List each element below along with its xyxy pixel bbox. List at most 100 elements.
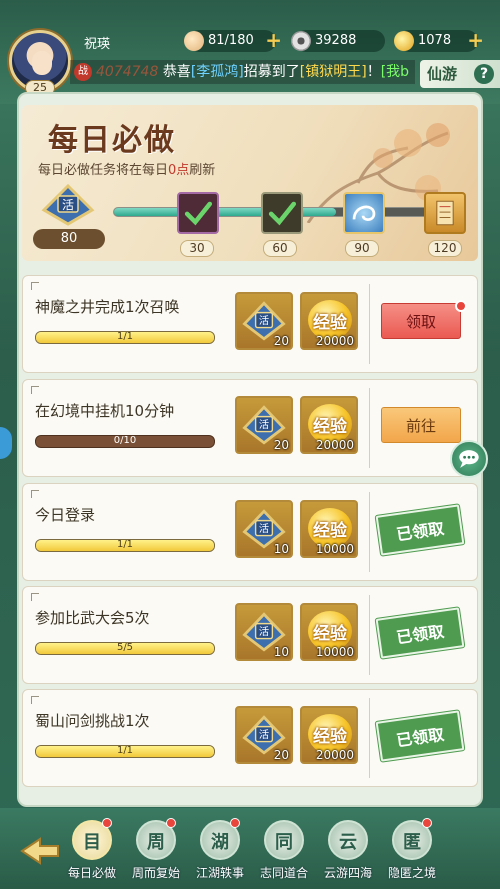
token-reward[interactable]: 活 20 xyxy=(235,292,293,350)
refresh-note: 每日必做任务将在每日0点刷新 xyxy=(38,159,215,178)
exp-reward[interactable]: 经验 10000 xyxy=(300,500,358,558)
task-progress-text: 1/1 xyxy=(116,539,134,550)
nav-tab-2[interactable]: 周周而复始 xyxy=(126,818,186,882)
marquee-ghost-text: 4074748 xyxy=(96,64,159,80)
task-card: 蜀山问剑挑战1次 1/1 活 20 经验 20000 已领取 xyxy=(22,689,478,787)
silver-value: 39288 xyxy=(315,33,357,48)
chat-icon xyxy=(459,450,479,468)
task-name: 蜀山问剑挑战1次 xyxy=(35,712,150,730)
activity-token-icon: 活 xyxy=(41,183,95,226)
exp-reward[interactable]: 经验 20000 xyxy=(300,396,358,454)
milestone-label-60: 60 xyxy=(263,240,297,257)
task-progress-bar: 1/1 xyxy=(35,331,215,344)
nav-tab-6[interactable]: 匿隐匿之境 xyxy=(382,818,442,882)
card-corner xyxy=(31,593,39,601)
current-points: 80 xyxy=(33,229,105,249)
task-progress-bar: 0/10 xyxy=(35,435,215,448)
token-reward[interactable]: 活 20 xyxy=(235,706,293,764)
exp-reward[interactable]: 经验 10000 xyxy=(300,603,358,661)
marquee-next: [我b xyxy=(380,64,410,80)
task-name: 神魔之井完成1次召唤 xyxy=(35,298,180,316)
token-reward[interactable]: 活 10 xyxy=(235,603,293,661)
card-divider xyxy=(369,388,370,468)
token-amount: 20 xyxy=(273,334,289,348)
nav-tab-glyph: 云 xyxy=(339,832,357,853)
nav-tab-glyph: 目 xyxy=(83,832,101,853)
player-name: 祝瑛 xyxy=(84,37,111,52)
check-icon xyxy=(184,201,213,226)
ingot-resource: 1078 + xyxy=(394,29,484,52)
task-progress-text: 1/1 xyxy=(116,745,134,756)
marquee-player: [李孤鸿] xyxy=(190,64,244,80)
bun-icon xyxy=(184,31,204,51)
nav-tab-4[interactable]: 同志同道合 xyxy=(254,818,314,882)
refresh-note-time: 0点 xyxy=(168,163,190,178)
milestone-label-30: 30 xyxy=(180,240,214,257)
milestone-reward-90[interactable] xyxy=(343,192,385,234)
exp-amount: 20000 xyxy=(315,748,354,762)
task-card: 神魔之井完成1次召唤 1/1 活 20 经验 20000 领取 xyxy=(22,275,478,373)
claimed-stamp: 已领取 xyxy=(375,607,465,659)
token-reward[interactable]: 活 20 xyxy=(235,396,293,454)
nav-tab-label: 每日必做 xyxy=(67,866,116,880)
swirl-icon xyxy=(352,205,376,221)
claimed-stamp: 已领取 xyxy=(375,504,465,556)
exp-reward[interactable]: 经验 20000 xyxy=(300,292,358,350)
milestone-chest-30[interactable] xyxy=(177,192,219,234)
task-name: 在幻境中挂机10分钟 xyxy=(35,402,175,420)
token-amount: 10 xyxy=(273,645,289,659)
exp-amount: 10000 xyxy=(315,645,354,659)
milestone-reward-120[interactable] xyxy=(424,192,466,234)
exp-amount: 10000 xyxy=(315,542,354,556)
claim-button[interactable]: 领取 xyxy=(381,303,461,339)
exp-label: 经验 xyxy=(313,727,347,747)
token-amount: 20 xyxy=(273,748,289,762)
nav-tab-label: 周而复始 xyxy=(131,866,180,880)
page-title: 每日必做 xyxy=(48,123,176,158)
add-stamina-button[interactable]: + xyxy=(265,29,282,51)
exp-label: 经验 xyxy=(313,624,347,644)
nav-tab-label: 江湖轶事 xyxy=(195,866,244,880)
notification-dot xyxy=(102,818,112,828)
go-button[interactable]: 前往 xyxy=(381,407,461,443)
check-icon xyxy=(268,201,297,226)
nav-tab-glyph: 匿 xyxy=(403,832,421,853)
silver-coin-icon xyxy=(291,31,311,51)
nav-tab-glyph: 周 xyxy=(147,832,165,853)
card-corner xyxy=(31,490,39,498)
exp-reward[interactable]: 经验 20000 xyxy=(300,706,358,764)
task-progress-text: 5/5 xyxy=(116,642,134,653)
help-button[interactable]: ? xyxy=(474,64,494,84)
svg-text:活: 活 xyxy=(259,626,269,638)
milestone-chest-60[interactable] xyxy=(261,192,303,234)
battle-badge: 战 xyxy=(74,63,92,81)
avatar-face xyxy=(32,51,52,75)
stamina-value: 81/180 xyxy=(208,33,254,48)
marquee-suffix: ！ xyxy=(366,64,381,80)
add-ingot-button[interactable]: + xyxy=(467,29,484,51)
notification-dot xyxy=(230,818,240,828)
top-bar xyxy=(0,0,500,104)
nav-tab-1[interactable]: 目每日必做 xyxy=(62,818,122,882)
task-card: 今日登录 1/1 活 10 经验 10000 已领取 xyxy=(22,483,478,581)
claimed-stamp: 已领取 xyxy=(375,710,465,762)
refresh-note-post: 刷新 xyxy=(189,163,216,178)
task-progress-bar: 1/1 xyxy=(35,745,215,758)
notification-dot xyxy=(166,818,176,828)
nav-tab-label: 隐匿之境 xyxy=(387,866,436,880)
svg-text:活: 活 xyxy=(62,198,74,212)
stamina-resource: 81/180 + xyxy=(184,29,282,52)
exp-amount: 20000 xyxy=(315,334,354,348)
chat-bubble-icon[interactable] xyxy=(450,440,488,478)
token-reward[interactable]: 活 10 xyxy=(235,500,293,558)
nav-tab-5[interactable]: 云云游四海 xyxy=(318,818,378,882)
marquee-prefix: 恭喜 xyxy=(162,64,191,80)
exp-label: 经验 xyxy=(313,521,347,541)
notification-dot xyxy=(422,818,432,828)
card-divider xyxy=(369,284,370,364)
scroll-icon xyxy=(436,200,454,226)
task-card: 在幻境中挂机10分钟 0/10 活 20 经验 20000 前往 xyxy=(22,379,478,477)
card-corner xyxy=(31,386,39,394)
silver-resource: 39288 xyxy=(291,30,385,52)
nav-tab-3[interactable]: 湖江湖轶事 xyxy=(190,818,250,882)
